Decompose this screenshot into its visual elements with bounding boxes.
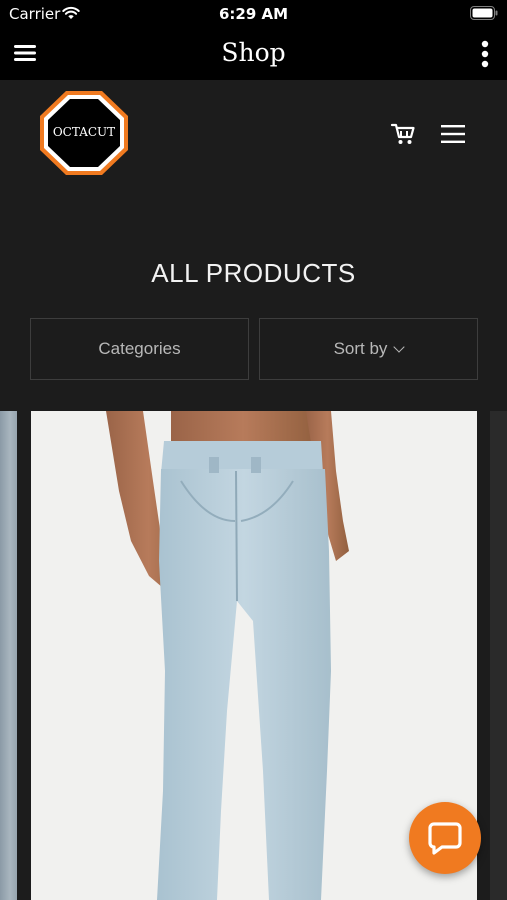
octacut-logo[interactable]: OCTACUT xyxy=(38,89,130,177)
chevron-down-icon xyxy=(393,341,406,353)
cart-icon[interactable] xyxy=(390,122,416,146)
sort-by-label: Sort by xyxy=(333,339,388,358)
nav-title: Shop xyxy=(221,38,286,67)
chat-button[interactable] xyxy=(409,802,481,874)
chat-bubble-icon xyxy=(428,822,462,855)
logo-text: OCTACUT xyxy=(52,125,116,139)
shop-page: OCTACUT ALL PRODUCTS Categories Sort by xyxy=(0,80,507,900)
status-bar: Carrier 6:29 AM xyxy=(0,0,507,28)
battery-icon xyxy=(470,6,498,20)
sort-by-button[interactable]: Sort by xyxy=(259,318,478,380)
hamburger-icon[interactable] xyxy=(441,124,466,144)
clock: 6:29 AM xyxy=(218,5,289,23)
categories-button[interactable]: Categories xyxy=(30,318,249,380)
vertical-ellipsis-icon[interactable] xyxy=(481,40,489,68)
page-title: ALL PRODUCTS xyxy=(151,258,356,288)
previous-product-slide[interactable] xyxy=(0,411,17,900)
categories-label: Categories xyxy=(98,339,181,358)
app-nav-bar: Shop xyxy=(0,28,507,80)
next-product-slide[interactable] xyxy=(490,411,507,900)
